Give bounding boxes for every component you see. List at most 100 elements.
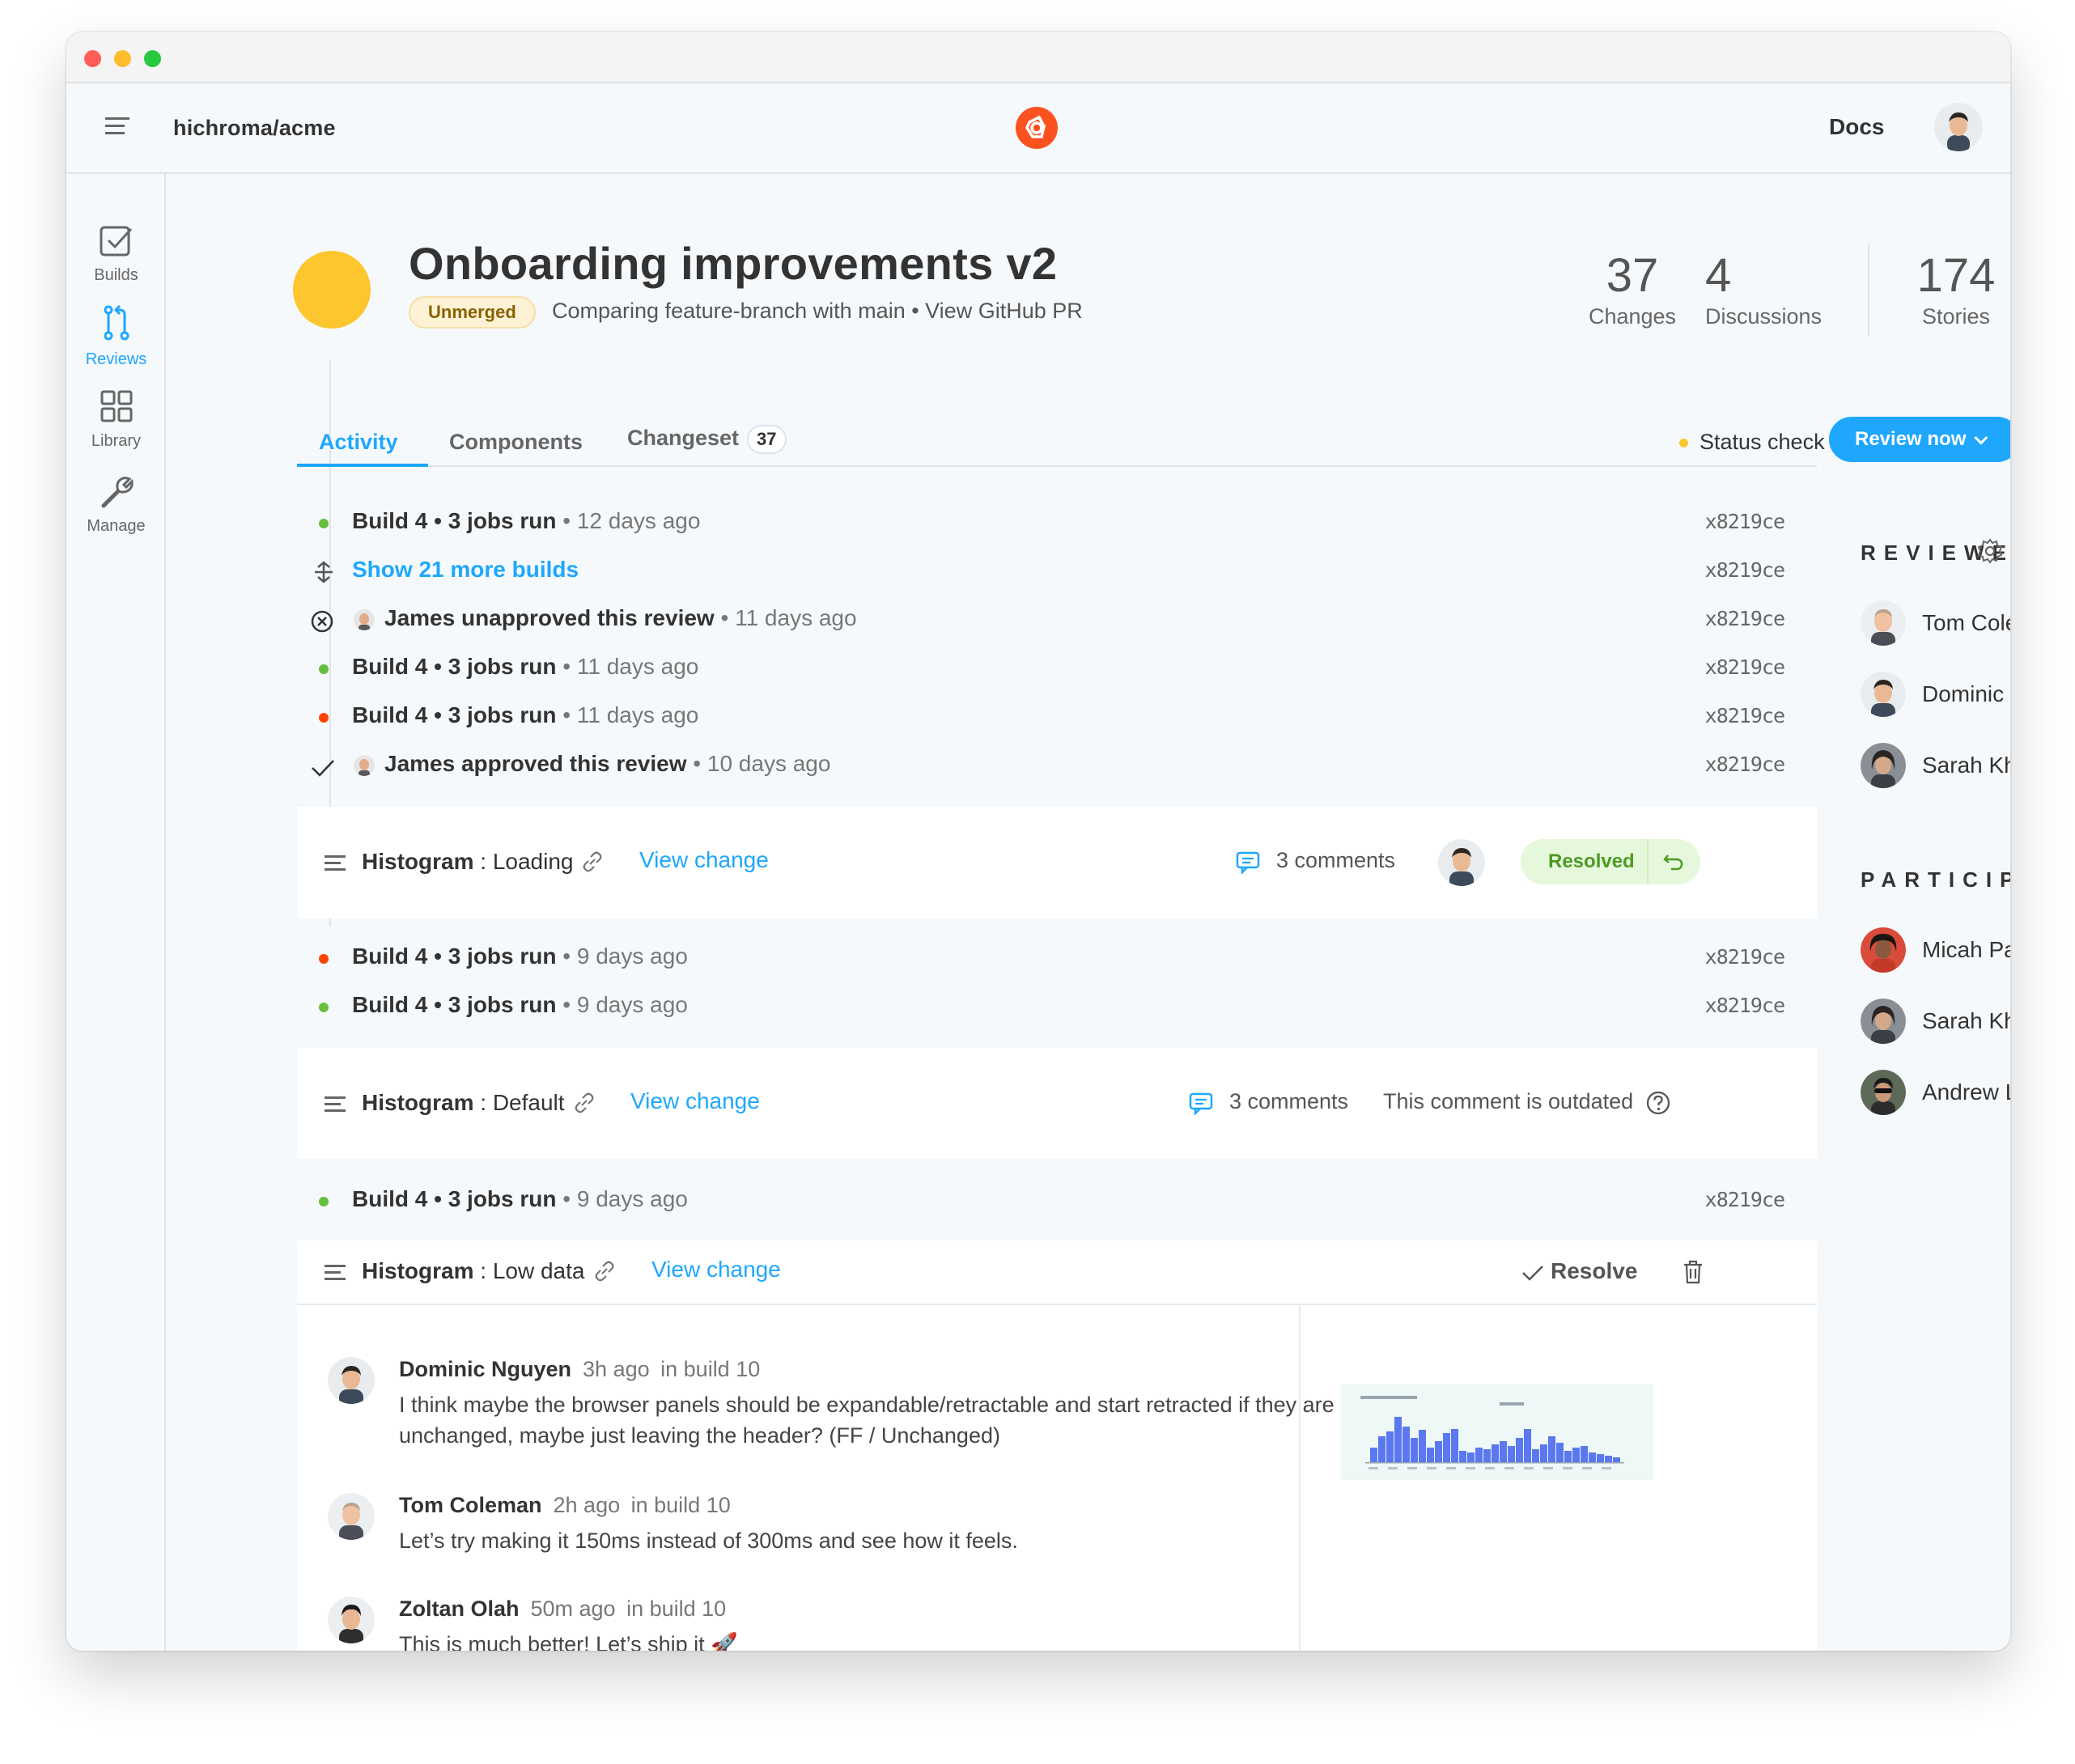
undo-icon[interactable]: [1647, 839, 1700, 884]
resolved-toggle[interactable]: Resolved: [1521, 839, 1700, 884]
james-avatar: [354, 609, 375, 630]
minimize-window-button[interactable]: [114, 50, 131, 67]
outdated-note: This comment is outdated: [1383, 1089, 1634, 1113]
show-more-builds-link[interactable]: Show 21 more builds: [352, 557, 579, 583]
main-content: Onboarding improvements v2 Unmerged Comp…: [168, 174, 2010, 1651]
chromatic-logo-icon[interactable]: [1015, 106, 1059, 150]
window-titlebar: [66, 32, 2010, 83]
unapproved-x-icon: [311, 610, 333, 633]
component-name[interactable]: Histogram : Low data: [362, 1258, 584, 1284]
sarah-khan-avatar: [1861, 999, 1906, 1044]
activity-row[interactable]: Build 4 • 3 jobs run • 12 days ago x8219…: [297, 498, 1817, 546]
status-badge: Unmerged: [409, 296, 536, 329]
comment-count[interactable]: 3 comments: [1276, 848, 1395, 873]
tab-activity[interactable]: Activity: [319, 430, 398, 455]
sidebar-item-library[interactable]: Library: [66, 388, 166, 451]
status-dot: [1679, 439, 1688, 448]
component-name[interactable]: Histogram : Default: [362, 1090, 565, 1116]
view-change-link[interactable]: View change: [639, 847, 769, 873]
resolve-button[interactable]: Resolve: [1521, 1258, 1637, 1284]
checkbox-icon: [100, 226, 132, 257]
sidebar: Builds Reviews Library Manage: [66, 174, 166, 1651]
sidebar-item-manage[interactable]: Manage: [66, 473, 166, 536]
show-more-builds-row[interactable]: Show 21 more builds x8219ce: [297, 546, 1817, 595]
repo-name[interactable]: hichroma/acme: [173, 116, 336, 141]
sidebar-item-reviews[interactable]: Reviews: [66, 303, 166, 369]
commit-hash[interactable]: x8219ce: [1705, 994, 1785, 1017]
status-check[interactable]: Status check: [1679, 430, 1825, 455]
comment-time: 3h ago: [583, 1357, 650, 1381]
comment-author[interactable]: Dominic Nguyen: [399, 1357, 571, 1381]
help-icon[interactable]: [1645, 1090, 1671, 1116]
activity-row[interactable]: James unapproved this review • 11 days a…: [297, 595, 1817, 643]
gear-icon[interactable]: [1976, 537, 2004, 565]
commit-hash[interactable]: x8219ce: [1705, 510, 1785, 533]
activity-row[interactable]: Build 4 • 3 jobs run • 11 days ago x8219…: [297, 643, 1817, 692]
comment-count[interactable]: 3 comments: [1229, 1089, 1348, 1114]
sidebar-item-label: Builds: [94, 266, 138, 284]
activity-row[interactable]: Build 4 • 3 jobs run • 9 days ago x8219c…: [297, 933, 1817, 982]
activity-row[interactable]: Build 4 • 3 jobs run • 9 days ago x8219c…: [297, 982, 1817, 1030]
card-divider: [297, 1304, 1817, 1305]
comment-build: in build 10: [626, 1597, 727, 1621]
sidebar-item-builds[interactable]: Builds: [66, 223, 166, 285]
close-window-button[interactable]: [84, 50, 101, 67]
activity-row[interactable]: James approved this review • 10 days ago…: [297, 740, 1817, 789]
docs-link[interactable]: Docs: [1829, 114, 1884, 140]
activity-row[interactable]: Build 4 • 3 jobs run • 9 days ago x8219c…: [297, 1176, 1817, 1224]
commit-hash[interactable]: x8219ce: [1705, 704, 1785, 727]
stat-stories[interactable]: 174 Stories: [1891, 251, 2010, 329]
check-icon: [312, 760, 334, 777]
maximize-window-button[interactable]: [144, 50, 161, 67]
commit-hash[interactable]: x8219ce: [1705, 607, 1785, 630]
andrew-lee-avatar: [1861, 1070, 1906, 1115]
build-status-dot: [319, 1197, 329, 1206]
trash-icon[interactable]: [1682, 1260, 1704, 1284]
stat-changes[interactable]: 37 Changes: [1572, 251, 1693, 329]
user-avatar[interactable]: [1934, 103, 1983, 151]
stat-discussions[interactable]: 4 Discussions: [1705, 251, 1859, 329]
participants-heading: PARTICIPANTS: [1861, 867, 2010, 892]
comment-time: 2h ago: [553, 1493, 621, 1517]
chevron-down-icon: [1974, 430, 1988, 445]
view-change-link[interactable]: View change: [651, 1257, 781, 1283]
commenter-avatar: [1438, 839, 1485, 886]
list-icon: [325, 1096, 346, 1116]
commit-hash[interactable]: x8219ce: [1705, 1188, 1785, 1211]
comment-build: in build 10: [660, 1357, 761, 1381]
commit-hash[interactable]: x8219ce: [1705, 655, 1785, 679]
build-status-dot: [319, 713, 329, 723]
comments-icon: [1189, 1092, 1213, 1115]
commit-hash[interactable]: x8219ce: [1705, 753, 1785, 776]
comment-time: 50m ago: [530, 1597, 616, 1621]
view-change-link[interactable]: View change: [630, 1088, 760, 1114]
comparison-subtitle[interactable]: Comparing feature-branch with main • Vie…: [552, 299, 1083, 324]
menu-icon[interactable]: [105, 117, 129, 138]
grid-icon: [100, 390, 132, 422]
commit-hash[interactable]: x8219ce: [1705, 945, 1785, 969]
commit-hash[interactable]: x8219ce: [1705, 558, 1785, 582]
comment: Tom Coleman 2h ago in build 10 Let’s try …: [328, 1493, 1412, 1558]
build-status-dot: [319, 519, 329, 528]
comment-author[interactable]: Zoltan Olah: [399, 1597, 520, 1621]
comment-author[interactable]: Tom Coleman: [399, 1493, 542, 1517]
active-tab-indicator: [297, 464, 428, 467]
tab-changeset[interactable]: Changeset 37: [627, 425, 787, 454]
sidebar-item-label: Library: [91, 432, 142, 450]
comment-build: in build 10: [630, 1493, 731, 1517]
review-now-button[interactable]: Review now: [1829, 417, 2010, 462]
link-icon[interactable]: [592, 1259, 617, 1283]
list-icon: [325, 1265, 346, 1284]
activity-row[interactable]: Build 4 • 3 jobs run • 11 days ago x8219…: [297, 692, 1817, 740]
component-name[interactable]: Histogram : Loading: [362, 849, 573, 875]
link-icon[interactable]: [580, 850, 605, 874]
micah-parillo-avatar: [1861, 927, 1906, 973]
tab-components[interactable]: Components: [449, 430, 583, 455]
link-icon[interactable]: [572, 1091, 596, 1115]
dominic-nguyen-avatar: [1861, 672, 1906, 717]
sarah-khan-avatar: [1861, 743, 1906, 788]
dominic-nguyen-avatar: [328, 1357, 375, 1404]
list-icon: [325, 855, 346, 875]
component-card-loading: Histogram : Loading View change 3 commen…: [297, 807, 1817, 918]
comment-text: This is much better! Let’s ship it 🚀: [399, 1632, 738, 1651]
